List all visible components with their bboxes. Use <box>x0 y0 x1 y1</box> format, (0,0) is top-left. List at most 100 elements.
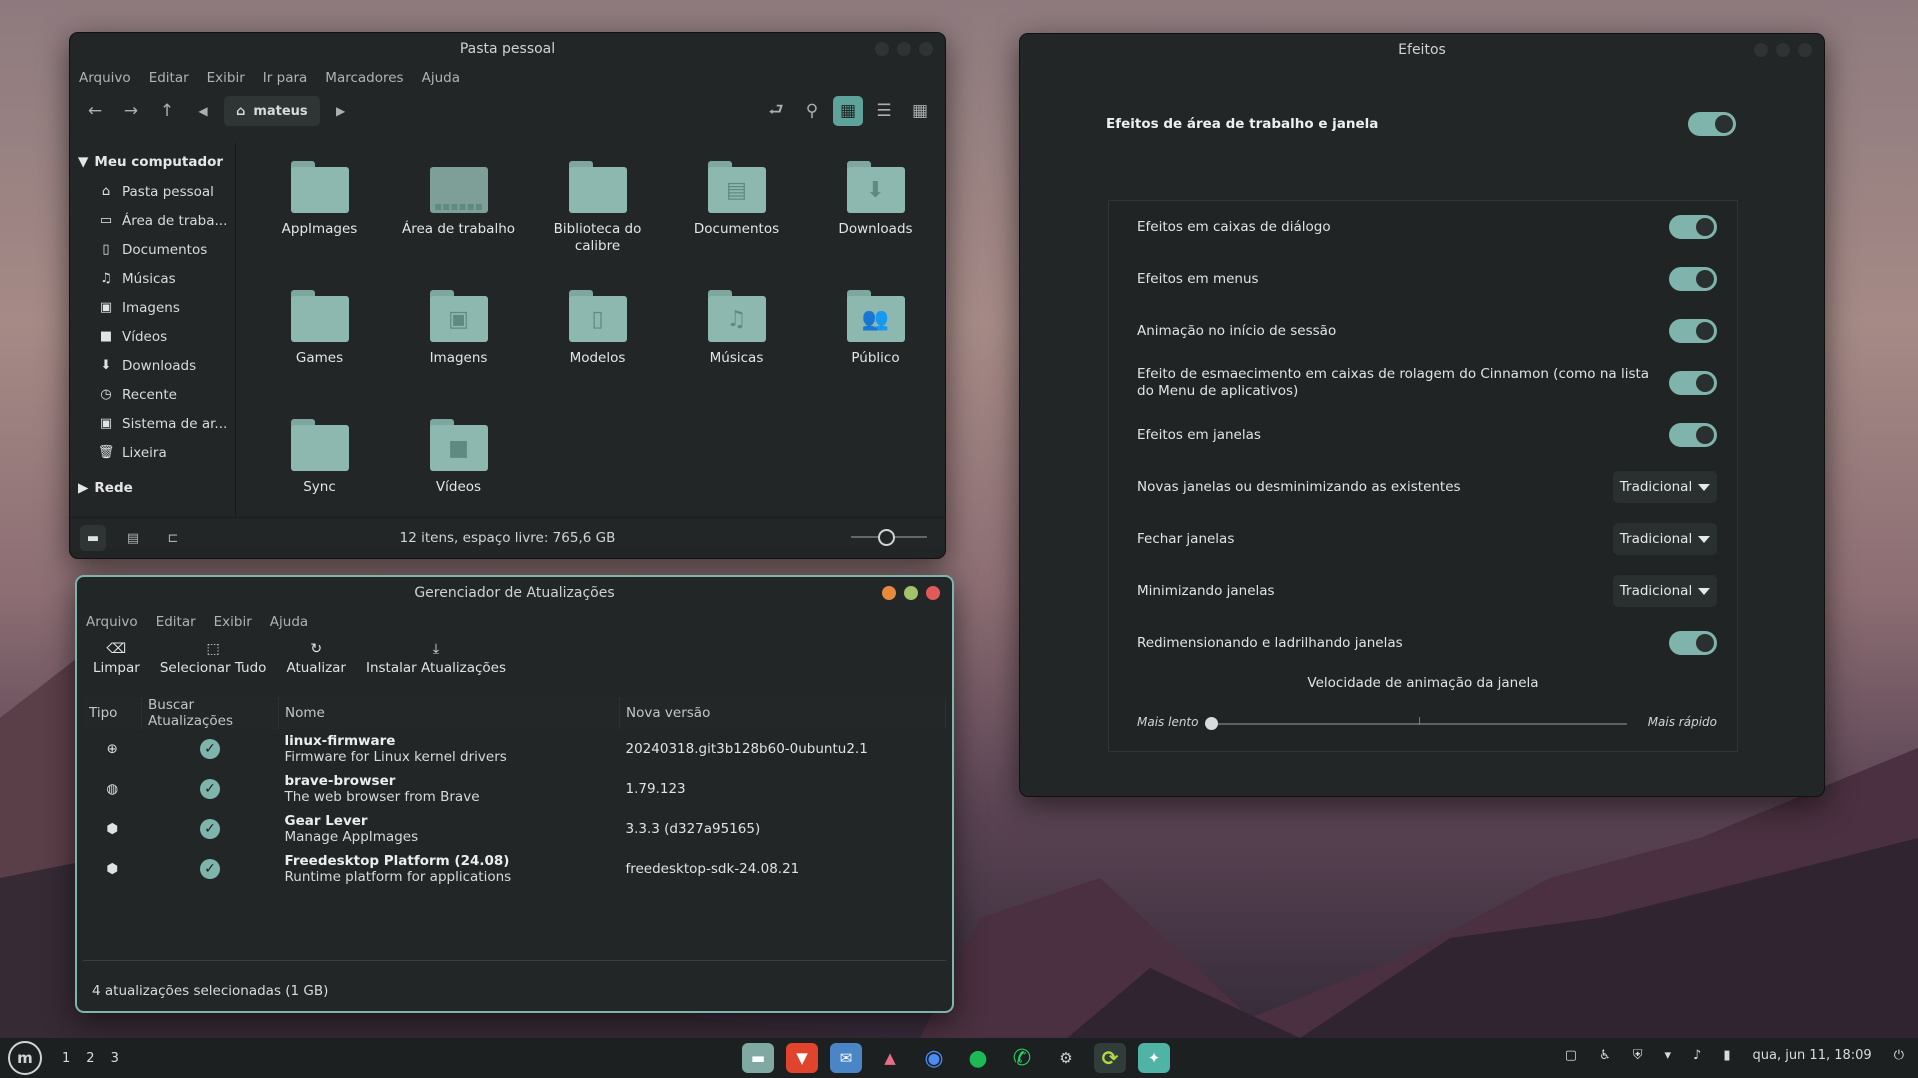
column-header-tipo[interactable]: Tipo <box>83 697 142 729</box>
close-windows-dropdown[interactable]: Tradicional <box>1613 523 1717 555</box>
folder-publico[interactable]: 👥 Público <box>806 290 945 419</box>
window-effects-toggle[interactable] <box>1669 423 1717 447</box>
folder-appimages[interactable]: AppImages <box>250 161 389 290</box>
fade-effect-toggle[interactable] <box>1669 371 1717 395</box>
zoom-slider[interactable] <box>851 529 927 546</box>
hide-sidebar-icon[interactable]: ⊏ <box>160 525 186 551</box>
menu-exibir[interactable]: Exibir <box>207 70 245 86</box>
sidebar-section-meu-computador[interactable]: ▼ Meu computador <box>70 147 235 177</box>
maximize-button[interactable] <box>1776 43 1790 57</box>
menu-editar[interactable]: Editar <box>156 614 196 630</box>
sidebar-item-lixeira[interactable]: 🗑 Lixeira <box>70 438 235 467</box>
minimize-button[interactable] <box>875 42 889 56</box>
sidebar-item-sistema-de-arquivos[interactable]: ▣ Sistema de ar... <box>70 409 235 438</box>
checkbox-checked[interactable]: ✓ <box>200 739 220 759</box>
update-manager-app-icon[interactable]: ⟳ <box>1094 1043 1126 1073</box>
menu-effects-toggle[interactable] <box>1669 267 1717 291</box>
column-header-buscar[interactable]: Buscar Atualizações <box>141 697 279 729</box>
file-manager-titlebar[interactable]: Pasta pessoal <box>70 33 945 65</box>
select-all-button[interactable]: ⬚ Selecionar Tudo <box>160 641 267 685</box>
speed-slider-knob[interactable] <box>1205 717 1218 730</box>
search-icon[interactable]: ⚲ <box>797 96 827 126</box>
menu-ajuda[interactable]: Ajuda <box>422 70 460 86</box>
folder-documentos[interactable]: ▤ Documentos <box>667 161 806 290</box>
refresh-button[interactable]: ↻ Atualizar <box>286 641 346 685</box>
software-manager-app-icon[interactable]: ✦ <box>1138 1043 1170 1073</box>
folder-imagens[interactable]: ▣ Imagens <box>389 290 528 419</box>
table-row[interactable]: ◍ ✓ brave-browser The web browser from Br… <box>83 769 946 809</box>
zoom-slider-knob[interactable] <box>878 529 896 546</box>
sidebar-item-area-de-trabalho[interactable]: ▭ Área de traba... <box>70 206 235 235</box>
new-windows-dropdown[interactable]: Tradicional <box>1613 471 1717 503</box>
resize-tile-toggle[interactable] <box>1669 631 1717 655</box>
up-arrow-icon[interactable]: ↑ <box>152 96 182 126</box>
checkbox-checked[interactable]: ✓ <box>200 859 220 879</box>
tree-sidebar-icon[interactable]: ▤ <box>120 525 146 551</box>
workspace-2[interactable]: 2 <box>86 1051 94 1066</box>
maximize-button[interactable] <box>897 42 911 56</box>
back-arrow-icon[interactable]: ← <box>80 96 110 126</box>
menu-exibir[interactable]: Exibir <box>214 614 252 630</box>
path-button-home[interactable]: ⌂ mateus <box>224 96 320 126</box>
settings-app-icon[interactable]: ⚙ <box>1050 1043 1082 1073</box>
whatsapp-app-icon[interactable]: ✆ <box>1006 1043 1038 1073</box>
folder-games[interactable]: Games <box>250 290 389 419</box>
close-button[interactable] <box>919 42 933 56</box>
update-manager-titlebar[interactable]: Gerenciador de Atualizações <box>77 577 952 609</box>
sidebar-item-documentos[interactable]: ▯ Documentos <box>70 235 235 264</box>
menu-marcadores[interactable]: Marcadores <box>325 70 403 86</box>
folder-downloads[interactable]: ⬇ Downloads <box>806 161 945 290</box>
sidebar-section-rede[interactable]: ▶ Rede <box>70 473 235 503</box>
battery-icon[interactable]: ▮ <box>1723 1048 1730 1063</box>
pinta-app-icon[interactable]: ▲ <box>874 1043 906 1073</box>
brave-app-icon[interactable]: ▼ <box>786 1043 818 1073</box>
sidebar-item-downloads[interactable]: ⬇ Downloads <box>70 351 235 380</box>
power-icon[interactable]: ⏻ <box>1894 1048 1904 1063</box>
checkbox-checked[interactable]: ✓ <box>200 779 220 799</box>
forward-arrow-icon[interactable]: → <box>116 96 146 126</box>
sound-icon[interactable]: ♪ <box>1693 1048 1701 1063</box>
column-header-nome[interactable]: Nome <box>278 697 620 729</box>
table-row[interactable]: ⬢ ✓ Freedesktop Platform (24.08) Runtime … <box>83 849 946 889</box>
path-left-icon[interactable]: ◀ <box>188 96 218 126</box>
sidebar-item-pasta-pessoal[interactable]: ⌂ Pasta pessoal <box>70 177 235 206</box>
maximize-button[interactable] <box>904 586 918 600</box>
menu-arquivo[interactable]: Arquivo <box>79 70 131 86</box>
folder-area-de-trabalho[interactable]: ▪▪▪▪▪▪ Área de trabalho <box>389 161 528 290</box>
workspace-1[interactable]: 1 <box>62 1051 70 1066</box>
shield-icon[interactable]: ⛨ <box>1633 1048 1643 1063</box>
compact-view-icon[interactable]: ▦ <box>905 96 935 126</box>
spotify-app-icon[interactable]: ● <box>962 1043 994 1073</box>
close-button[interactable] <box>1798 43 1812 57</box>
sidebar-item-recente[interactable]: ◷ Recente <box>70 380 235 409</box>
sidebar-item-imagens[interactable]: ▣ Imagens <box>70 293 235 322</box>
folder-modelos[interactable]: ▯ Modelos <box>528 290 667 419</box>
column-header-nova-versao[interactable]: Nova versão <box>619 697 946 729</box>
menu-arquivo[interactable]: Arquivo <box>86 614 138 630</box>
files-app-icon[interactable]: ▬ <box>742 1043 774 1073</box>
list-view-icon[interactable]: ☰ <box>869 96 899 126</box>
places-sidebar-icon[interactable]: ▬ <box>80 525 106 551</box>
close-button[interactable] <box>926 586 940 600</box>
thunderbird-app-icon[interactable]: ✉ <box>830 1043 862 1073</box>
mint-menu-icon[interactable]: m <box>8 1041 42 1075</box>
checkbox-checked[interactable]: ✓ <box>200 819 220 839</box>
workspace-3[interactable]: 3 <box>111 1051 119 1066</box>
login-animation-toggle[interactable] <box>1669 319 1717 343</box>
sidebar-item-musicas[interactable]: ♫ Músicas <box>70 264 235 293</box>
minimize-windows-dropdown[interactable]: Tradicional <box>1613 575 1717 607</box>
table-row[interactable]: ⊕ ✓ linux-firmware Firmware for Linux ker… <box>83 729 946 769</box>
install-updates-button[interactable]: ⤓ Instalar Atualizações <box>366 641 506 685</box>
menu-editar[interactable]: Editar <box>149 70 189 86</box>
icon-view-icon[interactable]: ▦ <box>833 96 863 126</box>
menu-ajuda[interactable]: Ajuda <box>270 614 308 630</box>
path-right-icon[interactable]: ▶ <box>326 96 356 126</box>
sidebar-item-videos[interactable]: ■ Vídeos <box>70 322 235 351</box>
keyboard-layout-icon[interactable]: ▢ <box>1565 1048 1577 1063</box>
effects-titlebar[interactable]: Efeitos <box>1020 34 1824 66</box>
clear-button[interactable]: ⌫ Limpar <box>93 641 140 685</box>
accessibility-icon[interactable]: ♿ <box>1599 1048 1611 1063</box>
network-wifi-icon[interactable]: ▾ <box>1665 1048 1672 1063</box>
clock[interactable]: qua, jun 11, 18:09 <box>1752 1048 1871 1063</box>
folder-musicas[interactable]: ♫ Músicas <box>667 290 806 419</box>
